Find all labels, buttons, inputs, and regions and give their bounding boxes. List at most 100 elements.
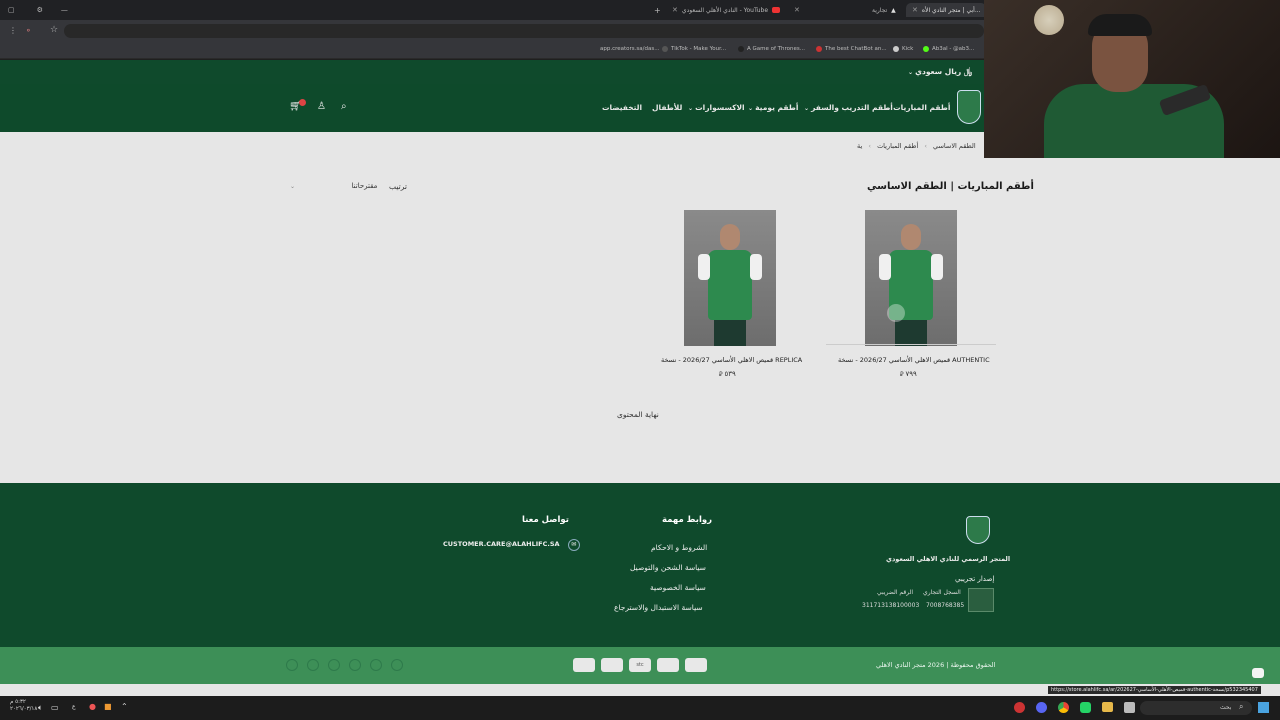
- close-icon[interactable]: ✕: [794, 6, 800, 14]
- nav-daily-kits[interactable]: ⌄ أطقم يومية: [748, 103, 798, 112]
- x-twitter-icon[interactable]: [370, 659, 382, 671]
- tray-app-icon[interactable]: ■: [104, 702, 112, 711]
- webcam-overlay: [984, 0, 1280, 158]
- network-icon[interactable]: ▭: [51, 703, 59, 712]
- cr-value: 7008768385: [926, 602, 965, 609]
- sort-label: ترتيب: [389, 182, 407, 191]
- language-indicator[interactable]: ع: [72, 703, 76, 710]
- user-icon[interactable]: ♙: [317, 101, 326, 112]
- nav-training-travel[interactable]: ⌄ أطقم التدريب والسفر: [804, 103, 893, 112]
- mic-icon[interactable]: ●: [89, 702, 96, 711]
- email-icon: ✉: [567, 539, 580, 551]
- snapchat-icon[interactable]: [349, 659, 361, 671]
- footer-link-terms[interactable]: الشروط و الاحكام: [651, 543, 707, 552]
- contact-title: تواصل معنا: [522, 515, 569, 525]
- taskbar-app-icon[interactable]: [1036, 702, 1047, 713]
- product-name[interactable]: قميص الاهلي الأساسي 2026/27 - نسخة AUTHE…: [838, 356, 990, 364]
- status-url: https://store.alahlifc.sa/ar/قميص-الأهلي…: [1048, 686, 1261, 694]
- start-icon[interactable]: [1258, 702, 1269, 713]
- nav-kids[interactable]: للأطفال: [652, 103, 682, 112]
- image-divider: [826, 344, 996, 345]
- clock[interactable]: ٥:٣٢ م ٢٠٢٦/٠٣/١٨: [10, 699, 37, 713]
- bookmark-item[interactable]: A Game of Thrones...: [738, 46, 805, 52]
- volume-icon[interactable]: 🔈︎: [38, 703, 43, 713]
- youtube-icon: [816, 46, 822, 52]
- minimize-icon[interactable]: —: [61, 6, 68, 14]
- bookmark-item[interactable]: Ab3al - @ab3...: [923, 46, 974, 52]
- breadcrumb-home[interactable]: ية: [857, 142, 862, 150]
- club-logo[interactable]: [957, 90, 981, 124]
- tab-youtube[interactable]: ✕ النادي الأهلي السعودي - YouTube ✕: [672, 3, 800, 17]
- bookmark-item[interactable]: Kick: [893, 46, 913, 52]
- nav-sale[interactable]: التخفيضات: [602, 103, 642, 112]
- chat-icon[interactable]: [1252, 668, 1264, 678]
- whatsapp-icon[interactable]: [1080, 702, 1091, 713]
- footer-link-returns[interactable]: سياسة الاستبدال والاسترجاع: [614, 603, 703, 612]
- page-title: أطقم المباريات | الطقم الاساسي: [867, 181, 1034, 192]
- nav-match-kits[interactable]: ⌄ أطقم المباريات: [886, 103, 950, 112]
- payment-icon-1: [573, 658, 595, 672]
- facebook-icon[interactable]: [286, 659, 298, 671]
- mastercard-icon: [657, 658, 679, 672]
- page-content: [0, 132, 1280, 483]
- product-price: ⃁ ٥٣٩: [719, 370, 736, 378]
- menu-icon[interactable]: ⋮: [9, 26, 17, 35]
- taskbar-app-icon[interactable]: [1124, 702, 1135, 713]
- chevron-down-icon: ⌄: [290, 183, 296, 190]
- folder-icon[interactable]: [1102, 702, 1113, 712]
- footer-store-title: المتجر الرسمي للنادي الاهلي السعودي: [886, 555, 1011, 563]
- product-image[interactable]: [684, 210, 776, 346]
- tab-business[interactable]: تجارية ▲: [872, 3, 896, 17]
- pin-icon[interactable]: ⚙: [37, 6, 43, 14]
- tab-label: أبي | متجر النادي الأه...: [921, 6, 981, 14]
- instagram-icon[interactable]: [391, 659, 403, 671]
- payment-icon-2: [601, 658, 623, 672]
- tiktok-icon[interactable]: [328, 659, 340, 671]
- currency-selector[interactable]: ⌄ ﷼ ريال سعودي: [908, 67, 972, 77]
- tray-expand-icon[interactable]: ⌃: [121, 702, 128, 711]
- new-tab-button[interactable]: +: [654, 3, 661, 17]
- tab-label: تجارية: [872, 6, 888, 14]
- product-price: ⃁ ٧٩٩: [900, 370, 917, 378]
- breadcrumb: الطقم الاساسي › أطقم المباريات › ية: [857, 142, 976, 150]
- search-icon: ⌕: [1239, 702, 1244, 711]
- tax-label: الرقم الضريبي: [877, 589, 914, 596]
- book-icon: [738, 46, 744, 52]
- bookmark-star-icon[interactable]: ☆: [50, 25, 58, 35]
- address-bar[interactable]: [64, 24, 984, 38]
- product-name[interactable]: قميص الاهلي الأساسي 2026/27 - نسخة REPLI…: [661, 356, 802, 364]
- tab-list-icon[interactable]: ▢: [8, 6, 15, 14]
- footer-link-privacy[interactable]: سياسة الخصوصية: [650, 583, 706, 592]
- quick-view-icon[interactable]: [887, 304, 905, 322]
- copyright: الحقوق محفوظة | 2026 متجر النادي الاهلي: [876, 661, 996, 669]
- breadcrumb-current: الطقم الاساسي: [933, 142, 976, 150]
- close-icon[interactable]: ✕: [672, 6, 678, 14]
- footer-link-shipping[interactable]: سياسة الشحن والتوصيل: [630, 563, 706, 572]
- youtube-icon[interactable]: [307, 659, 319, 671]
- bookmark-item[interactable]: app.creators.sa/das...: [600, 46, 659, 52]
- cr-label: السجل التجاري: [923, 589, 961, 596]
- divider: |: [968, 66, 971, 75]
- search-icon[interactable]: ⌕: [341, 101, 347, 112]
- tab-store-active[interactable]: ✕ أبي | متجر النادي الأه...: [906, 3, 986, 17]
- stc-pay-icon: stc: [629, 658, 651, 672]
- breadcrumb-link[interactable]: أطقم المباريات: [877, 142, 918, 150]
- saudi-emblem-icon: [968, 588, 994, 612]
- tab-controls[interactable]: ▢ ⚙ —: [8, 3, 68, 17]
- taskbar-search-label: بحث: [1220, 704, 1232, 711]
- close-icon[interactable]: ✕: [912, 6, 918, 14]
- taskbar-app-icon[interactable]: [1014, 702, 1025, 713]
- sort-select[interactable]: ⌄ مقترحاتنا: [290, 182, 377, 190]
- bookmark-item[interactable]: TikTok - Make Your...: [662, 46, 726, 52]
- nav-accessories[interactable]: ⌄ الاكسسوارات: [688, 103, 745, 112]
- diamond-icon: [893, 46, 899, 52]
- product-image[interactable]: [865, 210, 957, 346]
- contact-email[interactable]: CUSTOMER.CARE@ALAHLIFC.SA ✉: [443, 539, 580, 551]
- chrome-icon[interactable]: [1058, 702, 1069, 713]
- bookmark-item[interactable]: The best ChatBot an...: [816, 46, 887, 52]
- taskbar-search[interactable]: [1140, 701, 1252, 715]
- profile-icon[interactable]: ⚬: [25, 26, 32, 35]
- site-icon: ▲: [891, 6, 896, 14]
- kick-icon: [923, 46, 929, 52]
- tiktok-icon: [662, 46, 668, 52]
